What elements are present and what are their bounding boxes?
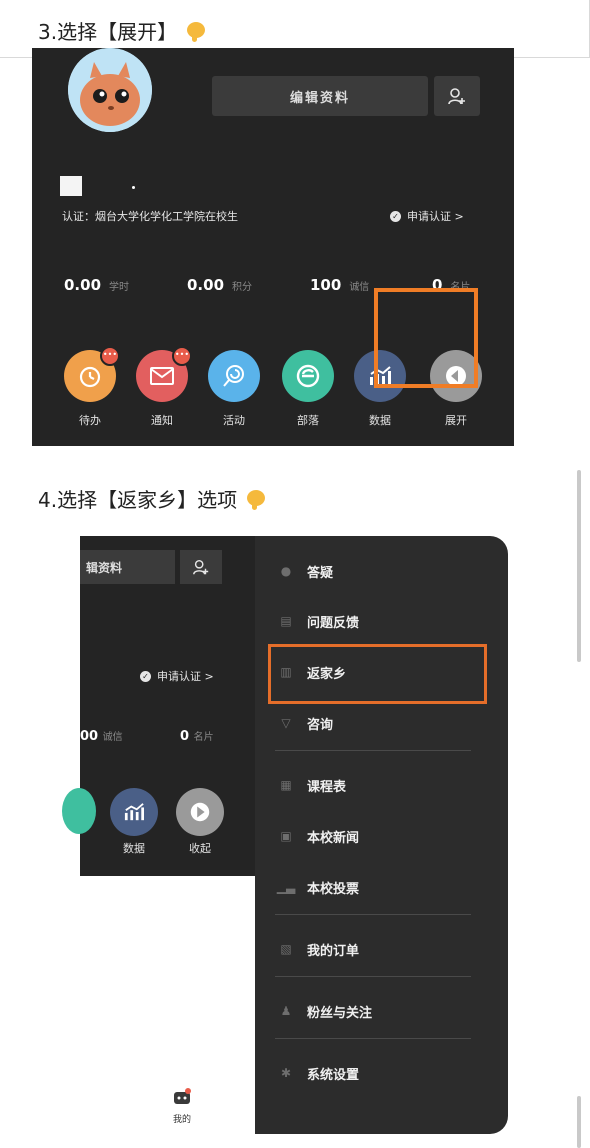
stat-unit: 名片 — [193, 732, 214, 743]
menu-item-school-vote[interactable]: ▁▃ 本校投票 — [255, 862, 508, 912]
feedback-icon: ▤ — [280, 614, 292, 628]
collapse-button[interactable] — [176, 788, 224, 836]
settings-icon: ✱ — [280, 1066, 292, 1080]
collapse-arrow-icon — [190, 802, 210, 822]
notice-label: 通知 — [151, 414, 173, 427]
menu-item-schedule[interactable]: ▦ 课程表 — [255, 760, 508, 810]
pointing-down-hand-icon — [183, 18, 209, 49]
menu-label: 课程表 — [307, 779, 347, 795]
stat-value: 0.00 — [64, 276, 102, 294]
mail-icon — [150, 367, 174, 385]
activity-label: 活动 — [223, 414, 245, 427]
stat-unit: 积分 — [232, 282, 253, 293]
question-icon: ● — [280, 564, 292, 578]
add-user-icon — [193, 559, 209, 575]
stat-credit[interactable]: 00 诚信 — [80, 728, 123, 744]
apply-certification-label: 申请认证 > — [157, 670, 214, 683]
edit-profile-button[interactable]: 辑资料 — [80, 550, 175, 584]
tab-mine[interactable]: 我的 — [165, 1088, 199, 1125]
add-user-icon — [448, 88, 465, 105]
stat-value: 0.00 — [187, 276, 225, 294]
data-button[interactable] — [110, 788, 158, 836]
stat-unit: 诚信 — [102, 732, 123, 743]
scrollbar[interactable] — [577, 470, 581, 662]
expanded-menu: ● 答疑 ▤ 问题反馈 ▥ 返家乡 ▽ 咨询 ▦ 课程表 ▣ 本校新闻 ▁▃ 本… — [255, 536, 508, 1134]
fans-icon: ♟ — [280, 1004, 292, 1018]
chat-icon: ▽ — [281, 716, 291, 730]
calendar-icon: ▦ — [280, 778, 292, 792]
step3-title: 3.选择【展开】 — [38, 16, 209, 49]
stat-credit[interactable]: 100 诚信 — [310, 276, 369, 294]
menu-label: 本校投票 — [307, 881, 360, 897]
menu-divider — [275, 1038, 471, 1039]
apply-certification-label: 申请认证 > — [407, 210, 464, 223]
menu-item-fans-follow[interactable]: ♟ 粉丝与关注 — [255, 986, 508, 1036]
menu-divider — [275, 750, 471, 751]
stat-unit: 诚信 — [349, 282, 370, 293]
activity-button[interactable] — [208, 350, 260, 402]
todo-label: 待办 — [79, 414, 101, 427]
username-dot — [132, 186, 135, 189]
order-icon: ▧ — [280, 942, 292, 956]
menu-item-feedback[interactable]: ▤ 问题反馈 — [255, 596, 508, 646]
menu-item-school-news[interactable]: ▣ 本校新闻 — [255, 811, 508, 861]
expand-highlight-box — [374, 288, 478, 388]
notice-badge: ••• — [172, 346, 192, 366]
bar-chart-icon — [124, 803, 144, 821]
menu-divider — [275, 976, 471, 977]
stat-unit: 学时 — [109, 282, 130, 293]
add-friend-button[interactable] — [434, 76, 480, 116]
tribe-button-partial[interactable] — [62, 788, 96, 834]
tribe-button[interactable] — [282, 350, 334, 402]
add-friend-button[interactable] — [180, 550, 222, 584]
step4-title: 4.选择【返家乡】选项 — [38, 484, 269, 517]
username-blurred — [60, 176, 82, 196]
notice-button[interactable]: ••• — [136, 346, 192, 402]
return-hometown-highlight-box — [268, 644, 487, 704]
tribe-label: 部落 — [297, 414, 319, 427]
menu-label: 答疑 — [307, 565, 334, 581]
menu-item-qa[interactable]: ● 答疑 — [255, 546, 508, 596]
menu-label: 咨询 — [307, 717, 334, 733]
check-badge-icon: ✓ — [390, 210, 401, 222]
tab-mine-label: 我的 — [172, 1115, 191, 1125]
data-label: 数据 — [369, 414, 391, 427]
lollipop-icon — [223, 365, 244, 387]
mine-tab-icon — [174, 1088, 191, 1104]
stat-value: 100 — [310, 276, 342, 294]
stat-points[interactable]: 0.00 积分 — [187, 276, 252, 294]
menu-label: 粉丝与关注 — [307, 1005, 373, 1021]
stat-value: 00 — [80, 729, 99, 744]
menu-label: 我的订单 — [307, 943, 360, 959]
menu-item-my-orders[interactable]: ▧ 我的订单 — [255, 924, 508, 974]
collapse-label: 收起 — [189, 842, 211, 855]
news-icon: ▣ — [280, 829, 292, 843]
menu-label: 问题反馈 — [307, 615, 360, 631]
tribe-e-icon — [296, 364, 320, 388]
menu-divider — [275, 914, 471, 915]
edit-profile-button[interactable]: 编辑资料 — [212, 76, 428, 116]
profile-panel-partial: 辑资料 ✓ 申请认证 > 00 诚信 0 名片 数据 收起 — [62, 536, 255, 876]
vote-icon: ▁▃ — [276, 880, 296, 894]
timer-icon — [79, 366, 101, 388]
stat-study-hours[interactable]: 0.00 学时 — [64, 276, 129, 294]
data-label: 数据 — [123, 842, 145, 855]
todo-button[interactable]: ••• — [64, 346, 120, 402]
apply-certification-link[interactable]: ✓ 申请认证 > — [390, 208, 464, 224]
menu-label: 系统设置 — [307, 1067, 360, 1083]
pointing-down-hand-icon — [243, 486, 269, 517]
certification-text: 认证：烟台大学化学化工学院在校生 — [62, 210, 238, 223]
todo-badge: ••• — [100, 346, 120, 366]
stat-value: 0 — [180, 729, 190, 744]
menu-item-settings[interactable]: ✱ 系统设置 — [255, 1048, 508, 1098]
menu-item-consult[interactable]: ▽ 咨询 — [255, 698, 508, 748]
check-badge-icon: ✓ — [140, 670, 151, 682]
expand-label: 展开 — [445, 414, 467, 427]
stat-cards[interactable]: 0 名片 — [180, 728, 214, 744]
apply-certification-link[interactable]: ✓ 申请认证 > — [140, 668, 214, 684]
avatar[interactable] — [68, 48, 152, 132]
menu-label: 本校新闻 — [307, 830, 360, 846]
scrollbar[interactable] — [577, 1096, 581, 1148]
